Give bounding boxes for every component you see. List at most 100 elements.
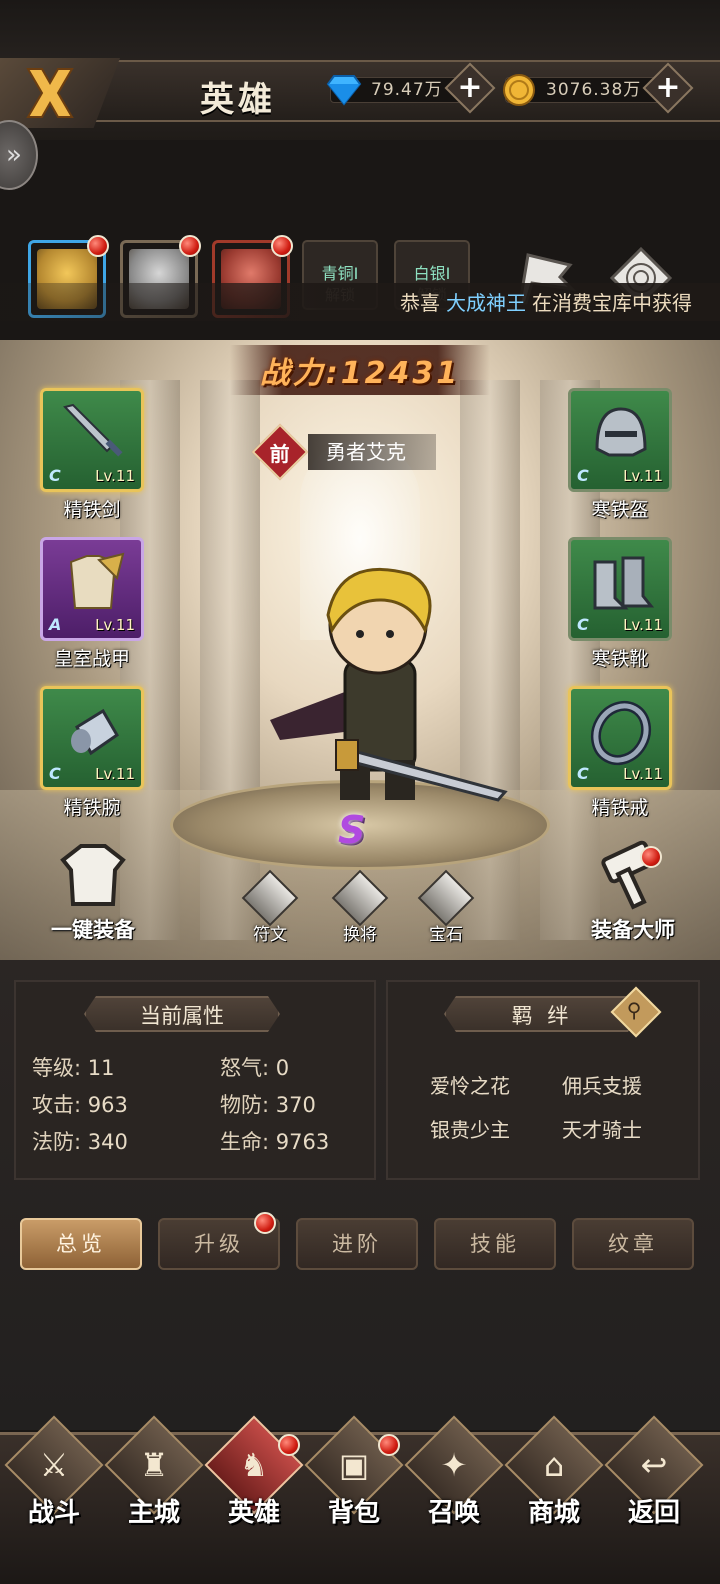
slot-tier-label: 青铜Ⅰ	[321, 264, 359, 283]
bond-item[interactable]: 天才骑士	[562, 1114, 642, 1143]
equip-slot-armor[interactable]: A Lv.11	[40, 537, 144, 641]
tab-overview[interactable]: 总览	[20, 1218, 142, 1270]
castle-icon: ♜	[139, 1446, 169, 1484]
nav-hero[interactable]: ♞ 英雄	[204, 1415, 304, 1538]
equip-all-button[interactable]: 一键装备	[38, 840, 148, 944]
bond-item[interactable]: 佣兵支援	[562, 1070, 642, 1099]
power-banner: 战力:12431	[230, 345, 490, 395]
notification-dot	[179, 235, 201, 257]
stat-value: 370	[275, 1093, 316, 1117]
nav-main-city[interactable]: ♜ 主城	[104, 1415, 204, 1538]
tab-emblem[interactable]: 纹章	[572, 1218, 694, 1270]
equip-level: Lv.11	[95, 616, 135, 634]
stat-rage: 怒气: 0	[220, 1052, 289, 1082]
position-badge: 前	[251, 423, 309, 481]
equip-level: Lv.11	[95, 467, 135, 485]
rune-button[interactable]: 符文	[240, 869, 300, 945]
diamond-counter: 79.47万 +	[326, 62, 496, 114]
double-chevron-icon: »	[6, 140, 22, 170]
equip-slot-bracer[interactable]: C Lv.11	[40, 686, 144, 790]
equip-slot-sword[interactable]: C Lv.11	[40, 388, 144, 492]
announcement-text: 恭喜 大成神王 在消费宝库中获得	[400, 287, 692, 316]
nav-back[interactable]: ↩ 返回	[604, 1415, 704, 1538]
equip-name: 寒铁盔	[591, 499, 649, 521]
marquee-highlight: 大成神王	[446, 291, 526, 315]
bond-item[interactable]: 银贵少主	[430, 1114, 510, 1143]
equip-rank: C	[49, 466, 61, 485]
gem-icon	[417, 869, 475, 927]
nav-battle[interactable]: ⚔ 战斗	[4, 1415, 104, 1538]
nav-label: 主城	[127, 1498, 180, 1528]
stat-value: 11	[87, 1056, 115, 1080]
equip-slot-boots[interactable]: C Lv.11	[568, 537, 672, 641]
crossed-swords-icon: ⚔	[39, 1446, 69, 1484]
search-icon: ⚲	[626, 998, 642, 1023]
equip-name: 皇室战甲	[53, 648, 130, 670]
gold-coin-icon	[503, 74, 535, 106]
stat-attack: 攻击: 963	[32, 1089, 128, 1119]
nav-summon[interactable]: ✦ 召唤	[404, 1415, 504, 1538]
equip-rank: C	[577, 764, 589, 783]
bond-item[interactable]: 爱怜之花	[430, 1070, 510, 1099]
tab-label: 升级	[194, 1232, 244, 1256]
page-title: 英雄	[200, 80, 276, 120]
equip-rank: C	[49, 764, 61, 783]
notification-dot	[640, 846, 662, 868]
slot-tier-label: 白银Ⅰ	[413, 264, 451, 283]
equip-level: Lv.11	[623, 765, 663, 783]
sword-icon	[63, 403, 123, 457]
nav-label: 返回	[627, 1498, 680, 1528]
stat-label: 攻击:	[32, 1093, 82, 1117]
stat-value: 963	[87, 1093, 128, 1117]
equip-level: Lv.11	[623, 467, 663, 485]
equip-master-button[interactable]: 装备大师	[572, 840, 694, 944]
nav-shop[interactable]: ⌂ 商城	[504, 1415, 604, 1538]
ring-icon	[590, 700, 652, 766]
hero-name-plate: 前 勇者艾克	[251, 423, 436, 481]
equip-rank: A	[49, 615, 62, 634]
announcement-marquee: 恭喜 大成神王 在消费宝库中获得	[0, 283, 720, 321]
equip-level: Lv.11	[623, 616, 663, 634]
attributes-title: 当前属性	[84, 996, 280, 1032]
stat-value: 9763	[275, 1130, 330, 1154]
equip-name: 精铁剑	[63, 499, 121, 521]
tab-skills[interactable]: 技能	[434, 1218, 556, 1270]
tab-upgrade[interactable]: 升级	[158, 1212, 280, 1270]
equip-name: 寒铁靴	[591, 648, 649, 670]
notification-dot	[378, 1434, 400, 1456]
stat-value: 340	[87, 1130, 128, 1154]
stat-label: 生命:	[220, 1130, 270, 1154]
notification-dot	[271, 235, 293, 257]
hero-figure[interactable]	[240, 560, 510, 820]
stat-label: 物防:	[220, 1093, 270, 1117]
equip-all-label: 一键装备	[51, 918, 135, 942]
equip-slot-ring[interactable]: C Lv.11	[568, 686, 672, 790]
equip-level: Lv.11	[95, 765, 135, 783]
stat-label: 怒气:	[220, 1056, 270, 1080]
marquee-suffix: 在消费宝库中获得	[532, 291, 692, 315]
close-icon	[26, 68, 74, 118]
shop-icon: ⌂	[543, 1446, 565, 1484]
stat-health: 生命: 9763	[220, 1126, 329, 1156]
boots-icon	[593, 556, 655, 610]
helmet-icon	[595, 407, 647, 457]
swap-icon	[331, 869, 389, 927]
stat-magic-defense: 法防: 340	[32, 1126, 128, 1156]
nav-backpack[interactable]: ▣ 背包	[304, 1415, 404, 1538]
diamond-icon	[326, 75, 362, 106]
equip-name: 精铁腕	[63, 797, 121, 819]
notification-dot	[254, 1212, 276, 1234]
notification-dot	[278, 1434, 300, 1456]
marquee-prefix: 恭喜	[400, 291, 440, 315]
plus-icon: +	[457, 70, 483, 105]
stat-level: 等级: 11	[32, 1052, 115, 1082]
nav-label: 背包	[327, 1498, 380, 1528]
armor-icon	[69, 552, 125, 609]
gem-button[interactable]: 宝石	[416, 869, 476, 945]
equip-slot-helmet[interactable]: C Lv.11	[568, 388, 672, 492]
position-label: 前	[270, 441, 290, 466]
swap-hero-button[interactable]: 换将	[330, 869, 390, 945]
stat-physical-defense: 物防: 370	[220, 1089, 316, 1119]
equip-rank: C	[577, 466, 589, 485]
tab-advance[interactable]: 进阶	[296, 1218, 418, 1270]
